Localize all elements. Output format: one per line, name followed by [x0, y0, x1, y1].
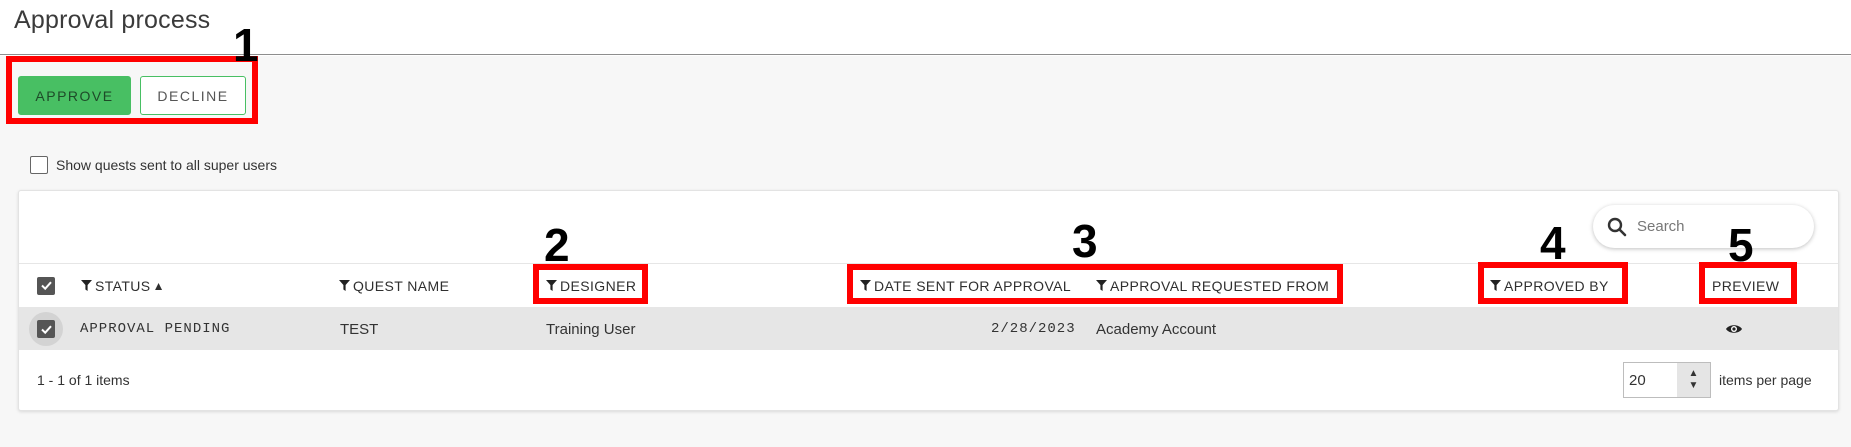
items-per-page-field[interactable] [1624, 371, 1674, 389]
select-all-checkbox[interactable] [37, 276, 55, 295]
sort-asc-icon: ▲ [152, 278, 165, 293]
pager-info: 1 - 1 of 1 items [37, 372, 130, 388]
page-title: Approval process [14, 6, 211, 34]
annotation-number-4: 4 [1540, 217, 1566, 269]
quest-name-cell: TEST [340, 320, 379, 338]
designer-cell: Training User [546, 320, 636, 338]
search-input[interactable] [1637, 218, 1787, 235]
items-per-page-label: items per page [1719, 372, 1812, 388]
select-all-cell [37, 264, 55, 307]
show-all-checkbox[interactable] [30, 156, 48, 174]
column-header-label: QUEST NAME [353, 277, 450, 294]
annotation-number-3: 3 [1072, 215, 1098, 267]
checkmark-icon [40, 325, 52, 334]
row-checkbox-wrap[interactable] [29, 312, 63, 346]
column-header-status[interactable]: STATUS ▲ [81, 264, 165, 307]
requested-from-cell: Academy Account [1096, 320, 1217, 338]
search-icon [1607, 217, 1627, 236]
grid-footer: 1 - 1 of 1 items ▲ ▼ items per page [19, 350, 1838, 410]
items-per-page-spinner[interactable]: ▲ ▼ [1677, 363, 1710, 397]
row-checkbox[interactable] [37, 320, 55, 338]
spinner-up-icon[interactable]: ▲ [1689, 368, 1699, 380]
annotation-box-3 [847, 264, 1343, 304]
filter-icon[interactable] [81, 280, 92, 291]
checkmark-icon [40, 281, 52, 291]
table-row[interactable]: APPROVAL PENDING TEST Training User 2/28… [19, 308, 1838, 350]
column-header-quest-name[interactable]: QUEST NAME [339, 264, 449, 307]
annotation-number-2: 2 [544, 219, 570, 271]
spinner-down-icon[interactable]: ▼ [1689, 380, 1699, 392]
main-content: APPROVE DECLINE Show quests sent to all … [0, 56, 1851, 447]
show-all-label: Show quests sent to all super users [56, 157, 278, 173]
status-cell: APPROVAL PENDING [80, 321, 231, 337]
top-header: Approval process [0, 0, 1851, 55]
row-select-cell [29, 308, 63, 350]
annotation-number-5: 5 [1728, 219, 1754, 271]
date-sent-cell: 2/28/2023 [991, 321, 1076, 337]
annotation-box-1 [6, 56, 258, 124]
show-all-super-users-option[interactable]: Show quests sent to all super users [30, 156, 277, 174]
search-box[interactable] [1593, 205, 1814, 248]
annotation-number-1: 1 [233, 19, 259, 71]
column-header-label: STATUS [95, 277, 151, 294]
preview-cell [1725, 308, 1743, 350]
items-per-page-input[interactable]: ▲ ▼ [1623, 362, 1711, 398]
filter-icon[interactable] [339, 280, 350, 291]
eye-icon[interactable] [1725, 323, 1743, 335]
